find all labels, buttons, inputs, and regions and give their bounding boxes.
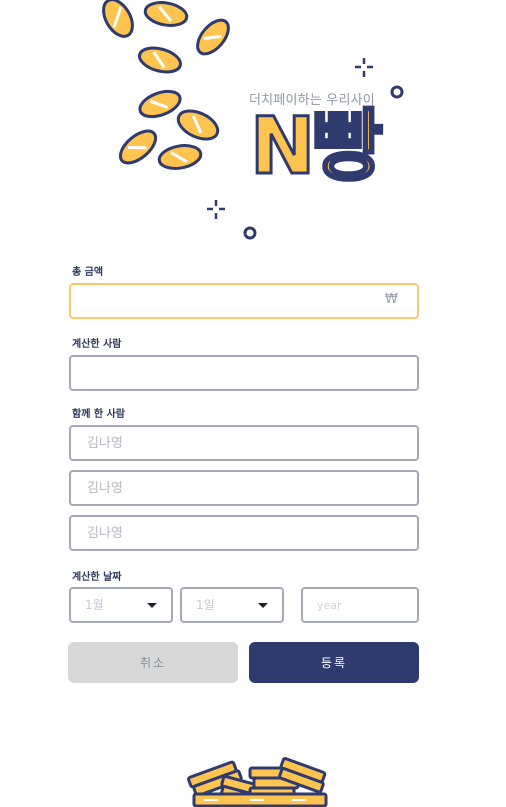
caret-down-icon: [258, 603, 268, 608]
coin-icon: [138, 89, 182, 119]
total-amount-input[interactable]: [69, 283, 419, 319]
year-input[interactable]: [301, 587, 419, 623]
coin-icon: [157, 144, 203, 170]
coin-icon: [196, 18, 230, 56]
coin-icon: [118, 129, 158, 165]
ring-icon: [243, 226, 257, 240]
day-select[interactable]: 1일: [180, 587, 284, 623]
sparkle-icon: [207, 200, 225, 219]
coin-icon: [138, 46, 182, 74]
day-select-value: 1일: [196, 598, 215, 612]
total-amount-label: 총 금액: [72, 267, 104, 278]
sparkle-icon: [355, 58, 373, 77]
caret-down-icon: [147, 603, 157, 608]
coin-icon: [143, 1, 189, 27]
date-label: 계산한 날짜: [72, 572, 122, 583]
participant-input-1[interactable]: [69, 425, 419, 461]
participants-label: 함께 한 사람: [72, 409, 125, 420]
coin-icon: [102, 0, 134, 38]
coin-icon: [176, 109, 220, 141]
payer-label: 계산한 사람: [72, 339, 122, 350]
submit-button[interactable]: 등록: [249, 642, 419, 683]
payer-input[interactable]: [69, 355, 419, 391]
won-currency-icon: ₩: [385, 292, 398, 307]
coin-stack-illustration: [187, 757, 328, 807]
participant-input-3[interactable]: [69, 515, 419, 551]
ring-icon: [390, 85, 404, 99]
cancel-button[interactable]: 취소: [68, 642, 238, 683]
participant-input-2[interactable]: [69, 470, 419, 506]
month-select-value: 1월: [85, 598, 104, 612]
app-logo: N빵: [248, 102, 384, 192]
hero-illustration: 더치페이하는 우리사이 N빵: [0, 0, 506, 250]
month-select[interactable]: 1월: [69, 587, 173, 623]
